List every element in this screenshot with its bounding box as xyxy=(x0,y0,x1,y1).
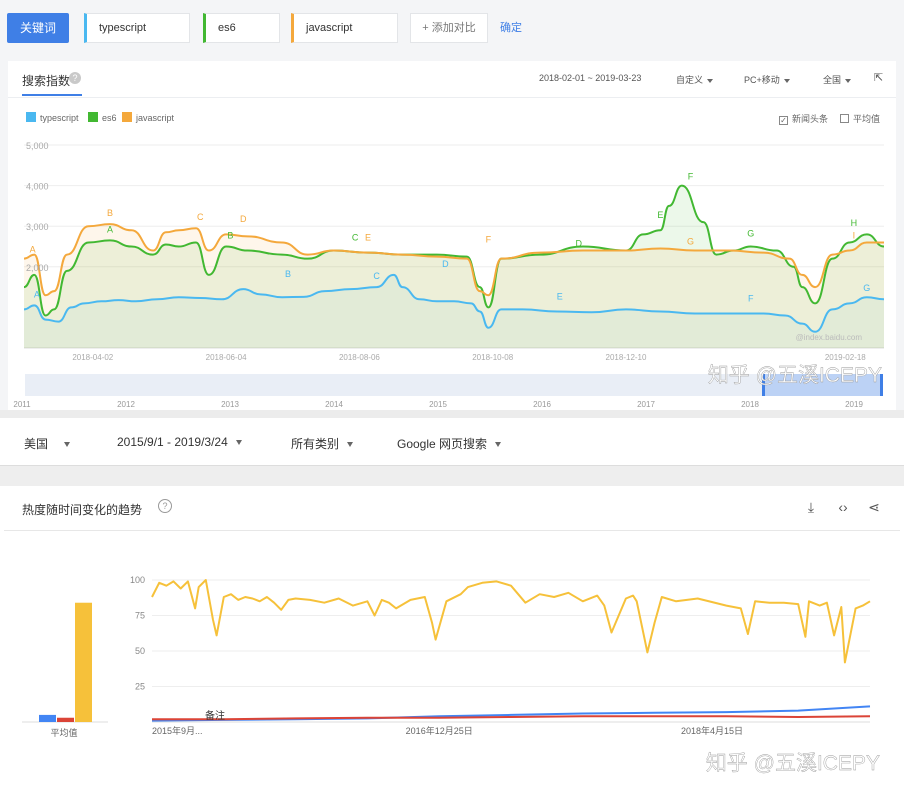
google-chart: 2015年9月... 2016年12月25日 2018年4月15日 100 75 50 2… xyxy=(22,575,880,775)
average-bar-javascript[interactable] xyxy=(75,602,92,722)
x-tick-label: 2018年4月15日 xyxy=(681,725,743,736)
navigator-year-label: 2015 xyxy=(429,400,447,409)
x-tick-label: 2016年12月25日 xyxy=(406,725,473,736)
x-tick-label: 2018-10-08 xyxy=(472,353,513,362)
annotation-typescript-F[interactable]: F xyxy=(748,293,754,303)
baidu-chart: ABAC DB C EAB CDF DEEFGGFHIG 2018-04-02 2018-0… xyxy=(13,141,885,409)
navigator-year-label: 2019 xyxy=(845,400,863,409)
baidu-index-section: 关键词 typescript es6 javascript + 添加对比 确定 … xyxy=(0,0,904,410)
annotation-typescript-C[interactable]: C xyxy=(373,271,380,281)
y-tick-label: 100 xyxy=(130,575,145,585)
annotation-es6-G[interactable]: G xyxy=(747,228,754,238)
annotation-javascript-E[interactable]: E xyxy=(365,232,371,242)
series-line-es6[interactable] xyxy=(152,715,871,721)
annotation-es6-B[interactable]: B xyxy=(227,230,233,240)
average-bar-typescript[interactable] xyxy=(39,714,56,722)
annotation-typescript-G[interactable]: G xyxy=(863,283,870,293)
series-area-javascript xyxy=(24,224,884,348)
navigator-year-label: 2016 xyxy=(533,400,551,409)
series-line-javascript[interactable] xyxy=(151,579,871,664)
navigator-year-label: 2014 xyxy=(325,400,343,409)
average-label: 平均值 xyxy=(50,727,77,738)
y-tick-label: 4,000 xyxy=(26,182,49,192)
annotation-es6-H[interactable]: H xyxy=(851,218,858,228)
x-tick-label: 2015年9月... xyxy=(152,725,203,736)
annotation-javascript-I[interactable]: I xyxy=(853,230,856,240)
y-tick-label: 3,000 xyxy=(26,222,49,232)
navigator-year-label: 2018 xyxy=(741,400,759,409)
annotation-javascript-A[interactable]: A xyxy=(30,245,36,255)
annotation-es6-C[interactable]: C xyxy=(352,232,359,242)
x-tick-label: 2018-04-02 xyxy=(72,353,113,362)
annotation-es6-F[interactable]: F xyxy=(688,172,694,182)
annotation-typescript-E[interactable]: E xyxy=(557,291,563,301)
y-tick-label: 2,000 xyxy=(26,263,49,273)
y-tick-label: 50 xyxy=(135,646,145,656)
x-tick-label: 2018-08-06 xyxy=(339,353,380,362)
x-tick-label: 2019-02-18 xyxy=(825,353,866,362)
annotation-es6-A[interactable]: A xyxy=(107,224,113,234)
bottom-credit-watermark: 知乎 @五溪ICEPY xyxy=(706,752,880,775)
annotation-javascript-F[interactable]: F xyxy=(486,234,492,244)
annotation-javascript-G[interactable]: G xyxy=(687,236,694,246)
y-tick-label: 5,000 xyxy=(26,141,49,151)
annotation-typescript-B[interactable]: B xyxy=(285,269,291,279)
annotation-es6-E[interactable]: E xyxy=(657,210,663,220)
note-marker[interactable]: 备注 xyxy=(205,709,225,722)
average-bar-es6[interactable] xyxy=(57,717,74,722)
annotation-javascript-C[interactable]: C xyxy=(197,212,204,222)
top-credit-watermark: 知乎 @五溪ICEPY xyxy=(708,364,882,387)
y-tick-label: 25 xyxy=(135,682,145,692)
annotation-javascript-B[interactable]: B xyxy=(107,208,113,218)
navigator-year-label: 2012 xyxy=(117,400,135,409)
x-tick-label: 2018-12-10 xyxy=(606,353,647,362)
annotation-javascript-D[interactable]: D xyxy=(240,214,247,224)
navigator-year-label: 2017 xyxy=(637,400,655,409)
annotation-typescript-D[interactable]: D xyxy=(442,259,449,269)
google-trends-section: 美国 2015/9/1 - 2019/3/24 所有类别 Google 网页搜索… xyxy=(0,418,904,800)
annotation-es6-D[interactable]: D xyxy=(575,239,582,249)
x-tick-label: 2018-06-04 xyxy=(206,353,247,362)
y-tick-label: 75 xyxy=(135,611,145,621)
navigator-year-label: 2011 xyxy=(13,400,31,409)
navigator-year-label: 2013 xyxy=(221,400,239,409)
annotation-typescript-A[interactable]: A xyxy=(34,289,40,299)
baidu-watermark: @index.baidu.com xyxy=(796,333,863,342)
